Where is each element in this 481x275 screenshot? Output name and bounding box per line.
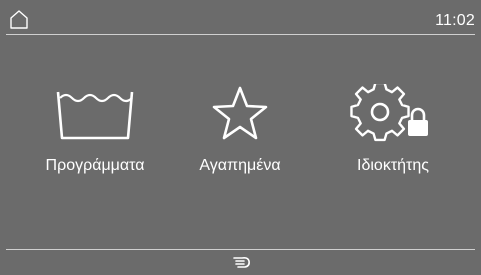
home-icon: [10, 10, 28, 29]
menu-item-owner[interactable]: Ιδιοκτήτης: [323, 84, 463, 194]
lock-icon: [408, 107, 428, 136]
menu-item-favorites[interactable]: Αγαπημένα: [170, 84, 310, 194]
menu-item-label: Αγαπημένα: [199, 157, 281, 174]
home-button[interactable]: [9, 9, 29, 29]
clock: 11:02: [435, 12, 475, 29]
status-bar: 11:02: [0, 0, 481, 34]
menu-item-label: Προγράμματα: [45, 157, 145, 174]
menu-item-programs[interactable]: Προγράμματα: [25, 84, 165, 194]
touch-control-button[interactable]: [232, 252, 252, 270]
washing-tub-icon: [56, 91, 134, 140]
gear-lock-icon: [350, 84, 428, 142]
touch-hand-icon: [233, 257, 250, 268]
menu-item-label: Ιδιοκτήτης: [357, 157, 429, 174]
top-divider: [6, 34, 475, 35]
star-icon: [212, 86, 268, 140]
